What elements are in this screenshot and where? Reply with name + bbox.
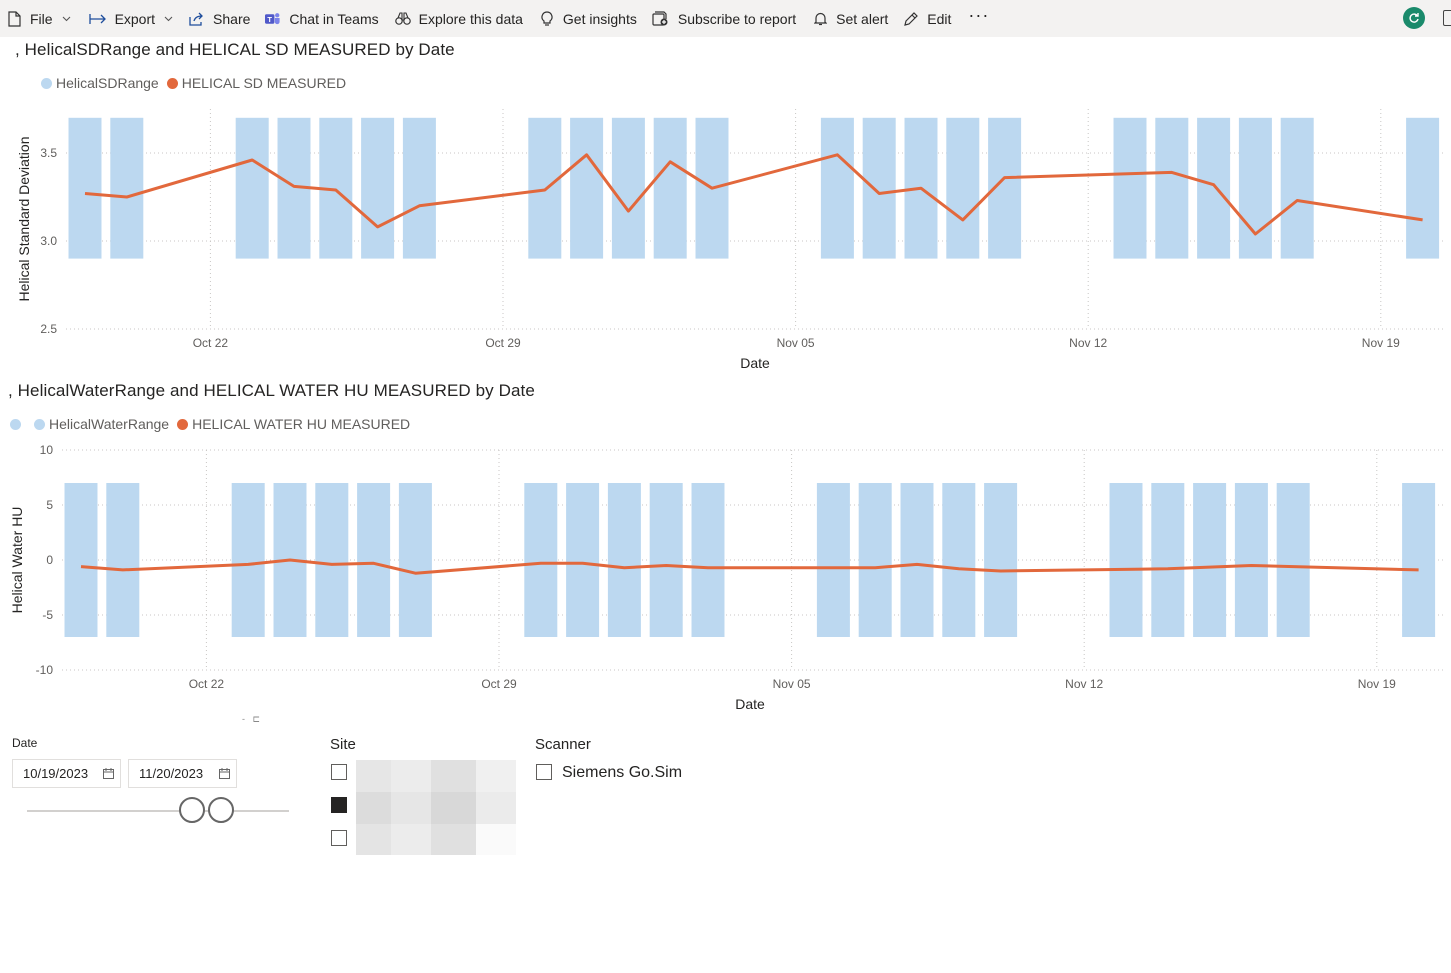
y-tick-label: 10: [40, 443, 54, 457]
range-bar: [315, 483, 349, 637]
range-bar: [106, 483, 140, 637]
range-bar: [691, 483, 725, 637]
y-tick-label: 0: [46, 553, 53, 567]
range-bar: [984, 483, 1018, 637]
calendar-icon[interactable]: [219, 767, 230, 782]
range-bar: [1109, 483, 1143, 637]
range-bar: [607, 483, 641, 637]
site-checkbox[interactable]: [331, 764, 347, 780]
x-tick-label: Nov 05: [773, 677, 811, 691]
x-tick-label: Nov 12: [1065, 677, 1103, 691]
slider-end-handle[interactable]: [208, 797, 234, 823]
slider-start-handle[interactable]: [179, 797, 205, 823]
site-checkbox[interactable]: [331, 797, 347, 813]
range-bar: [1402, 483, 1436, 637]
site-checkbox[interactable]: [331, 830, 347, 846]
range-bar: [942, 483, 976, 637]
end-date-value: 11/20/2023: [139, 766, 204, 781]
calendar-icon[interactable]: [103, 767, 114, 782]
date-slicer-label: Date: [12, 736, 38, 750]
y-tick-label: -10: [36, 663, 54, 677]
x-tick-label: Nov 19: [1358, 677, 1396, 691]
range-bar: [649, 483, 683, 637]
range-bar: [1193, 483, 1227, 637]
range-bar: [398, 483, 432, 637]
range-bar: [566, 483, 600, 637]
site-slicer-title: Site: [330, 736, 356, 753]
water-chart: -10 -5 0 5 10 Oct 22 Oct 29 Nov 05 Nov 12 Nov 19 D…: [9, 443, 1445, 712]
x-tick-label: Oct 29: [481, 677, 517, 691]
range-bar: [231, 483, 265, 637]
y-axis-title: Helical Water HU: [9, 507, 25, 614]
scanner-slicer-title: Scanner: [535, 736, 591, 753]
range-bar: [357, 483, 391, 637]
range-bar: [816, 483, 850, 637]
range-bar: [858, 483, 892, 637]
y-tick-label: -5: [42, 608, 53, 622]
scanner-checkbox[interactable]: [536, 764, 552, 780]
start-date-value: 10/19/2023: [23, 766, 89, 781]
x-axis-title: Date: [735, 696, 765, 712]
range-bar: [1234, 483, 1268, 637]
x-tick-label: Oct 22: [189, 677, 225, 691]
start-date-input[interactable]: 10/19/2023: [12, 759, 121, 788]
date-range-slider[interactable]: [27, 810, 289, 812]
range-bar: [900, 483, 934, 637]
range-bar: [1151, 483, 1185, 637]
scanner-option-label[interactable]: Siemens Go.Sim: [562, 764, 682, 782]
visual-header-remnant: ‐ ⊏: [242, 714, 261, 724]
range-bar: [64, 483, 98, 637]
range-bar: [524, 483, 558, 637]
end-date-input[interactable]: 11/20/2023: [128, 759, 237, 788]
range-bar: [1276, 483, 1310, 637]
y-tick-label: 5: [46, 498, 53, 512]
redacted-site-names: [356, 760, 516, 855]
